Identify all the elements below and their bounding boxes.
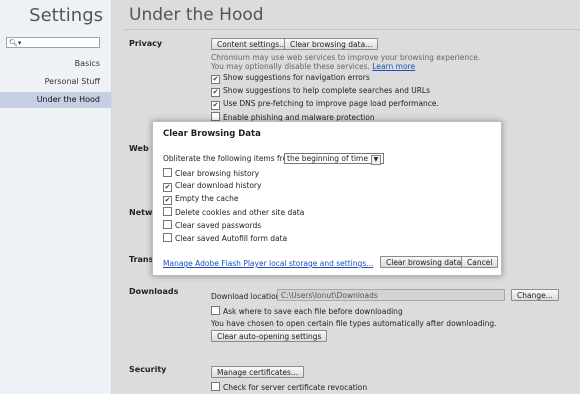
- checkbox[interactable]: [211, 382, 220, 391]
- check-dns-prefetch[interactable]: ✔ Use DNS pre-fetching to improve page lo…: [211, 99, 439, 110]
- dialog-check-saved-passwords[interactable]: Clear saved passwords: [163, 220, 261, 230]
- check-certificate-revocation[interactable]: Check for server certificate revocation: [211, 382, 367, 392]
- dialog-check-delete-cookies[interactable]: Delete cookies and other site data: [163, 207, 304, 217]
- privacy-description: Chromium may use web services to improve…: [211, 53, 481, 62]
- checkbox-label: Check for server certificate revocation: [223, 383, 368, 392]
- sidebar-item-basics[interactable]: Basics: [0, 56, 111, 72]
- check-nav-errors[interactable]: ✔ Show suggestions for navigation errors: [211, 73, 370, 84]
- sidebar-title: Settings: [29, 5, 103, 26]
- checkbox[interactable]: ✔: [211, 101, 220, 110]
- dialog-clear-browsing-data-button[interactable]: Clear browsing data: [380, 256, 468, 268]
- page-title: Under the Hood: [129, 5, 264, 25]
- privacy-section-title: Privacy: [129, 39, 163, 48]
- checkbox-label: Clear download history: [175, 181, 262, 190]
- sidebar-item-label: Basics: [74, 59, 100, 68]
- checkbox-label: Show suggestions to help complete search…: [223, 86, 431, 95]
- time-range-value: the beginning of time: [287, 154, 368, 163]
- auto-open-description: You have chosen to open certain file typ…: [211, 319, 497, 328]
- checkbox[interactable]: [163, 168, 172, 177]
- search-icon: 🔍︎▾: [9, 39, 22, 47]
- dialog-check-autofill-data[interactable]: Clear saved Autofill form data: [163, 233, 287, 243]
- security-section-title: Security: [129, 365, 167, 374]
- checkbox[interactable]: [163, 233, 172, 242]
- sidebar-item-label: Personal Stuff: [44, 77, 100, 86]
- checkbox-label: Delete cookies and other site data: [175, 208, 305, 217]
- clear-auto-opening-button[interactable]: Clear auto-opening settings: [211, 330, 328, 342]
- checkbox-label: Empty the cache: [175, 194, 239, 203]
- learn-more-link[interactable]: Learn more: [372, 62, 415, 71]
- downloads-section-title: Downloads: [129, 287, 179, 296]
- checkbox[interactable]: ✔: [163, 196, 172, 205]
- dialog-cancel-button[interactable]: Cancel: [461, 256, 499, 268]
- manage-certificates-button[interactable]: Manage certificates...: [211, 366, 305, 378]
- dialog-title: Clear Browsing Data: [163, 129, 261, 139]
- sidebar-item-under-the-hood[interactable]: Under the Hood: [0, 92, 111, 108]
- privacy-disable-text: You may optionally disable these service…: [211, 62, 415, 71]
- obliterate-label: Obliterate the following items from:: [163, 154, 298, 163]
- change-download-location-button[interactable]: Change...: [511, 289, 559, 301]
- checkbox[interactable]: [163, 207, 172, 216]
- sidebar-item-label: Under the Hood: [36, 95, 100, 104]
- dialog-check-browsing-history[interactable]: Clear browsing history: [163, 168, 259, 178]
- checkbox-label: Clear browsing history: [175, 169, 260, 178]
- search-input[interactable]: 🔍︎▾: [6, 37, 100, 48]
- checkbox[interactable]: [211, 306, 220, 315]
- checkbox-label: Use DNS pre-fetching to improve page loa…: [223, 99, 439, 108]
- dialog-check-empty-cache[interactable]: ✔ Empty the cache: [163, 194, 238, 205]
- dialog-check-download-history[interactable]: ✔ Clear download history: [163, 181, 261, 192]
- sidebar: Settings 🔍︎▾ Basics Personal Stuff Under…: [0, 0, 112, 394]
- clear-browsing-data-dialog: Clear Browsing Data Obliterate the follo…: [152, 121, 502, 276]
- clear-browsing-data-button[interactable]: Clear browsing data...: [284, 38, 379, 50]
- checkbox-label: Clear saved passwords: [175, 221, 262, 230]
- title-divider: [124, 29, 580, 30]
- chevron-down-icon: ▼: [370, 155, 381, 165]
- check-search-suggestions[interactable]: ✔ Show suggestions to help complete searc…: [211, 86, 430, 97]
- checkbox-label: Clear saved Autofill form data: [175, 234, 288, 243]
- checkbox-label: Ask where to save each file before downl…: [223, 307, 403, 316]
- checkbox[interactable]: ✔: [211, 88, 220, 97]
- checkbox[interactable]: ✔: [163, 183, 172, 192]
- checkbox[interactable]: [211, 112, 220, 121]
- download-location-label: Download location:: [211, 292, 283, 301]
- privacy-disable-label: You may optionally disable these service…: [211, 62, 370, 71]
- checkbox[interactable]: [163, 220, 172, 229]
- checkbox-label: Show suggestions for navigation errors: [223, 73, 370, 82]
- sidebar-item-personal-stuff[interactable]: Personal Stuff: [0, 74, 111, 90]
- checkbox[interactable]: ✔: [211, 75, 220, 84]
- flash-player-settings-link[interactable]: Manage Adobe Flash Player local storage …: [163, 259, 373, 268]
- time-range-select[interactable]: the beginning of time ▼: [284, 153, 384, 165]
- download-location-field: C:\Users\Ionut\Downloads: [277, 289, 505, 301]
- content-settings-button[interactable]: Content settings...: [211, 38, 293, 50]
- check-ask-where-to-save[interactable]: Ask where to save each file before downl…: [211, 306, 403, 316]
